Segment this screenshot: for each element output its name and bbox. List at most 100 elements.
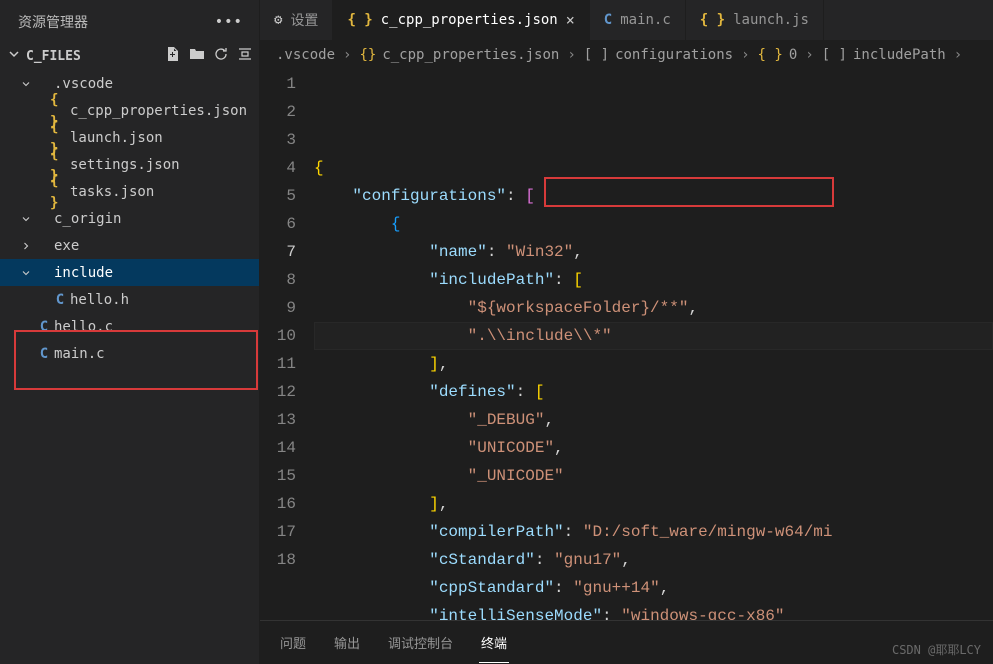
explorer-sidebar: 资源管理器 ••• C_FILES .vscode{ }c_cpp_proper…: [0, 0, 260, 664]
code-line[interactable]: "intelliSenseMode": "windows-gcc-x86": [314, 602, 993, 620]
code-line[interactable]: "defines": [: [314, 378, 993, 406]
code-line[interactable]: "${workspaceFolder}/**",: [314, 294, 993, 322]
code-line[interactable]: "cStandard": "gnu17",: [314, 546, 993, 574]
file-launch-json[interactable]: { }launch.json: [0, 124, 259, 151]
tree-item-label: hello.c: [54, 316, 113, 338]
refresh-icon[interactable]: [213, 46, 229, 66]
code-line[interactable]: ".\\include\\*": [314, 322, 993, 350]
line-number: 3: [260, 126, 296, 154]
watermark: CSDN @耶耶LCY: [892, 641, 981, 658]
file-settings-json[interactable]: { }settings.json: [0, 151, 259, 178]
file-hello-h[interactable]: Chello.h: [0, 286, 259, 313]
chevron-icon: [18, 267, 34, 279]
tab-c_cpp_properties-json[interactable]: { } c_cpp_properties.json ×: [333, 0, 589, 40]
file-c_cpp_properties-json[interactable]: { }c_cpp_properties.json: [0, 97, 259, 124]
c-file-icon: C: [34, 316, 54, 338]
folder-c_origin[interactable]: c_origin: [0, 205, 259, 232]
breadcrumb-icon: {}: [359, 47, 376, 63]
breadcrumb-item[interactable]: configurations: [615, 47, 733, 63]
breadcrumb-icon: [ ]: [584, 47, 609, 63]
breadcrumb-item[interactable]: includePath: [853, 47, 946, 63]
c-file-icon: C: [34, 343, 54, 365]
tree-item-label: hello.h: [70, 289, 129, 311]
line-number: 10: [260, 322, 296, 350]
line-number: 4: [260, 154, 296, 182]
tree-item-label: main.c: [54, 343, 105, 365]
line-number: 17: [260, 518, 296, 546]
explorer-title: 资源管理器: [18, 12, 88, 32]
breadcrumb-separator: ›: [805, 47, 813, 63]
chevron-icon: [18, 240, 34, 252]
tree-item-label: settings.json: [70, 154, 180, 176]
collapse-icon[interactable]: [237, 46, 253, 66]
code-line[interactable]: "configurations": [: [314, 182, 993, 210]
code-line[interactable]: "compilerPath": "D:/soft_ware/mingw-w64/…: [314, 518, 993, 546]
new-folder-icon[interactable]: [189, 46, 205, 66]
tab-label: main.c: [620, 12, 671, 28]
line-number: 12: [260, 378, 296, 406]
folder-include[interactable]: include: [0, 259, 259, 286]
breadcrumb-separator: ›: [343, 47, 351, 63]
tree-item-label: exe: [54, 235, 79, 257]
code-line[interactable]: ],: [314, 490, 993, 518]
tree-item-label: launch.json: [70, 127, 163, 149]
code-line[interactable]: "cppStandard": "gnu++14",: [314, 574, 993, 602]
breadcrumb-item[interactable]: .vscode: [276, 47, 335, 63]
panel-tab-问题[interactable]: 问题: [278, 623, 308, 662]
json-icon: { }: [347, 12, 372, 28]
tab-main-c[interactable]: Cmain.c: [590, 0, 686, 40]
project-header[interactable]: C_FILES: [0, 42, 259, 70]
code-editor[interactable]: 123456789101112131415161718 { "configura…: [260, 70, 993, 620]
code-line[interactable]: "_DEBUG",: [314, 406, 993, 434]
panel-tab-调试控制台[interactable]: 调试控制台: [386, 623, 455, 662]
tree-item-label: c_cpp_properties.json: [70, 100, 247, 122]
file-tasks-json[interactable]: { }tasks.json: [0, 178, 259, 205]
line-number: 14: [260, 434, 296, 462]
c-file-icon: C: [604, 12, 612, 28]
editor-tabs: ⚙设置 { } c_cpp_properties.json × Cmain.c { } la…: [260, 0, 993, 40]
panel-tab-输出[interactable]: 输出: [332, 623, 362, 662]
tab-设置[interactable]: ⚙设置: [260, 0, 333, 40]
file-hello-c[interactable]: Chello.c: [0, 313, 259, 340]
line-number: 13: [260, 406, 296, 434]
line-number: 5: [260, 182, 296, 210]
tree-item-label: c_origin: [54, 208, 121, 230]
code-line[interactable]: {: [314, 210, 993, 238]
panel-tab-终端[interactable]: 终端: [479, 623, 509, 663]
breadcrumb-icon: [ ]: [822, 47, 847, 63]
close-icon[interactable]: ×: [566, 11, 575, 29]
chevron-icon: [18, 213, 34, 225]
breadcrumb-separator: ›: [954, 47, 962, 63]
line-number: 9: [260, 294, 296, 322]
new-file-icon[interactable]: [165, 46, 181, 66]
json-icon: { }: [700, 12, 725, 28]
code-line[interactable]: {: [314, 154, 993, 182]
line-number: 11: [260, 350, 296, 378]
tree-item-label: tasks.json: [70, 181, 154, 203]
explorer-header: 资源管理器 •••: [0, 0, 259, 42]
file-tree: .vscode{ }c_cpp_properties.json{ }launch…: [0, 70, 259, 664]
line-number: 1: [260, 70, 296, 98]
breadcrumb-item[interactable]: c_cpp_properties.json: [382, 47, 559, 63]
line-number: 2: [260, 98, 296, 126]
tree-item-label: include: [54, 262, 113, 284]
tab-label: c_cpp_properties.json: [381, 12, 558, 28]
code-content[interactable]: { "configurations": [ { "name": "Win32",…: [314, 70, 993, 620]
file-main-c[interactable]: Cmain.c: [0, 340, 259, 367]
breadcrumb-item[interactable]: 0: [789, 47, 797, 63]
folder-exe[interactable]: exe: [0, 232, 259, 259]
code-line[interactable]: "UNICODE",: [314, 434, 993, 462]
code-line[interactable]: "_UNICODE": [314, 462, 993, 490]
code-line[interactable]: "includePath": [: [314, 266, 993, 294]
tab-label: launch.js: [733, 12, 809, 28]
line-number: 16: [260, 490, 296, 518]
tab-launch-js[interactable]: { } launch.js: [686, 0, 824, 40]
explorer-more-icon[interactable]: •••: [215, 14, 243, 30]
code-line[interactable]: ],: [314, 350, 993, 378]
breadcrumb-separator: ›: [741, 47, 749, 63]
breadcrumb[interactable]: .vscode › {} c_cpp_properties.json › [ ] confi…: [260, 40, 993, 70]
chevron-down-icon: [6, 46, 22, 66]
code-line[interactable]: "name": "Win32",: [314, 238, 993, 266]
line-number: 15: [260, 462, 296, 490]
folder--vscode[interactable]: .vscode: [0, 70, 259, 97]
